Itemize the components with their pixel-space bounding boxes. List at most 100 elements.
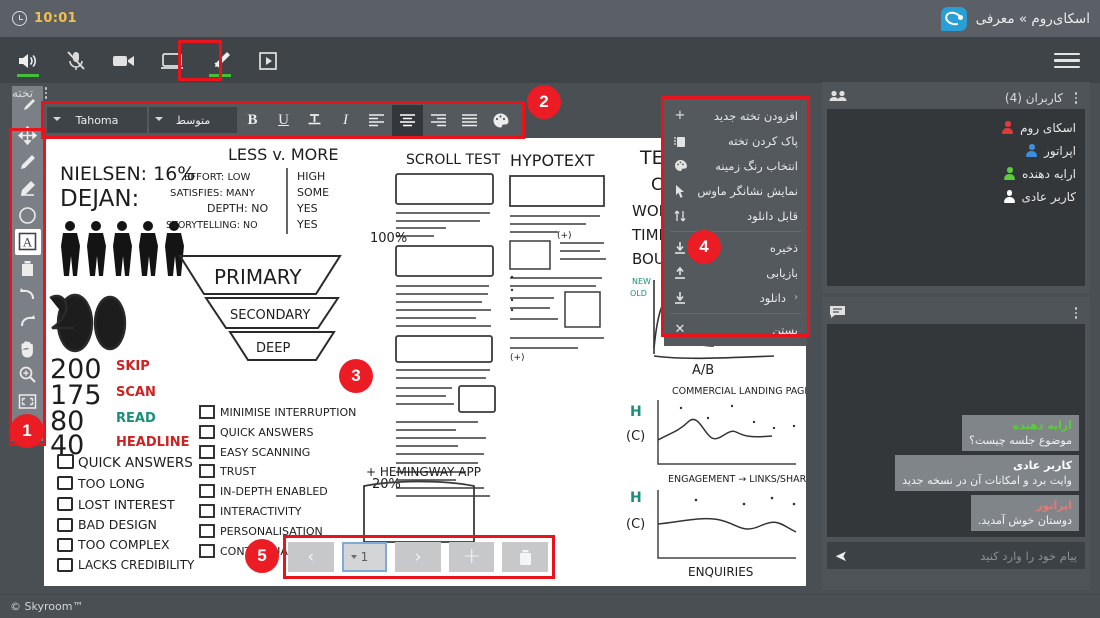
svg-text:LOST INTEREST: LOST INTEREST bbox=[78, 497, 175, 512]
svg-text:QUICK ANSWERS: QUICK ANSWERS bbox=[220, 426, 314, 439]
chat-input-row[interactable]: پیام خود را وارد کنید ➤ bbox=[827, 542, 1085, 569]
user-icon bbox=[1002, 121, 1014, 134]
menu-separator bbox=[670, 231, 801, 232]
hamburger-icon[interactable] bbox=[1054, 49, 1080, 73]
camera-icon[interactable] bbox=[104, 42, 144, 80]
redo-icon[interactable] bbox=[15, 308, 41, 335]
svg-text:TOO COMPLEX: TOO COMPLEX bbox=[77, 537, 170, 552]
svg-text:A/B: A/B bbox=[692, 363, 714, 378]
delete-page-button[interactable] bbox=[502, 542, 549, 572]
text-icon[interactable]: A bbox=[14, 228, 41, 256]
user-row[interactable]: اسکای روم bbox=[836, 116, 1076, 139]
menu-item-background-color[interactable]: انتخاب رنگ زمینه bbox=[664, 153, 807, 178]
bold-button[interactable]: B bbox=[237, 105, 268, 136]
message-author: کاربر عادی bbox=[1012, 459, 1072, 472]
chat-input-placeholder[interactable]: پیام خود را وارد کنید bbox=[848, 549, 1077, 563]
svg-text:QUICK ANSWERS: QUICK ANSWERS bbox=[78, 455, 193, 471]
callout-badge-1: 1 bbox=[10, 414, 44, 448]
align-center-button[interactable] bbox=[392, 104, 423, 136]
menu-item-clear-board[interactable]: پاک کردن تخته bbox=[664, 128, 807, 153]
hemingway-note: + HEMINGWAY APP bbox=[363, 465, 481, 543]
menu-item-downloadable[interactable]: قابل دانلود bbox=[664, 203, 807, 228]
pencil-icon[interactable] bbox=[15, 149, 41, 176]
ellipse-icon[interactable] bbox=[15, 202, 41, 229]
screen-icon[interactable] bbox=[152, 42, 192, 80]
fit-icon[interactable] bbox=[15, 388, 41, 415]
menu-item-show-cursor[interactable]: نمایش نشانگر ماوس bbox=[664, 178, 807, 203]
menu-item-close[interactable]: بستن ✕ bbox=[664, 317, 807, 342]
mic-muted-icon[interactable] bbox=[56, 42, 96, 80]
user-row[interactable]: اپراتور bbox=[836, 139, 1076, 162]
move-icon[interactable] bbox=[15, 122, 41, 149]
checklist-right: MINIMISE INTERRUPTION QUICK ANSWERS EASY … bbox=[199, 405, 356, 558]
page-controls: ‹ 1 › + bbox=[288, 540, 549, 574]
board-menu: افزودن تخته جدید + پاک کردن تخته انتخاب … bbox=[664, 99, 807, 346]
next-page-button[interactable]: › bbox=[395, 542, 441, 572]
menu-label: قابل دانلود bbox=[747, 208, 798, 223]
color-palette-button[interactable] bbox=[485, 105, 516, 136]
user-row[interactable]: کاربر عادی bbox=[836, 185, 1076, 208]
menu-label: پاک کردن تخته bbox=[728, 133, 798, 148]
svg-text:SECONDARY: SECONDARY bbox=[230, 308, 310, 323]
user-name: اپراتور bbox=[1044, 143, 1076, 158]
undo-icon[interactable] bbox=[15, 282, 41, 309]
page-value: 1 bbox=[360, 550, 369, 564]
whiteboard-icon[interactable] bbox=[200, 42, 240, 80]
users-icon bbox=[829, 90, 847, 106]
erase-icon bbox=[673, 134, 687, 148]
menu-label: بستن bbox=[772, 322, 798, 337]
copyright: © Skyroom™ bbox=[10, 600, 84, 613]
menu-item-download[interactable]: ‹ دانلود bbox=[664, 285, 807, 310]
svg-text:H: H bbox=[630, 490, 642, 506]
font-family-select[interactable]: Tahoma bbox=[47, 107, 147, 133]
menu-item-restore[interactable]: بازیابی bbox=[664, 260, 807, 285]
svg-text:(+): (+) bbox=[510, 353, 525, 363]
align-left-button[interactable] bbox=[361, 105, 392, 136]
italic-button[interactable]: I bbox=[330, 105, 361, 136]
svg-text:IN-DEPTH ENABLED: IN-DEPTH ENABLED bbox=[220, 485, 328, 498]
align-right-button[interactable] bbox=[423, 105, 454, 136]
clock-time: 10:01 bbox=[34, 11, 77, 26]
trash-icon[interactable] bbox=[15, 255, 41, 282]
menu-label: دانلود bbox=[759, 290, 786, 305]
user-row[interactable]: ارایه دهنده bbox=[836, 162, 1076, 185]
page-select[interactable]: 1 bbox=[341, 542, 388, 572]
svg-text:EASY SCANNING: EASY SCANNING bbox=[220, 446, 310, 459]
prev-page-button[interactable]: ‹ bbox=[288, 542, 334, 572]
font-size-select[interactable]: متوسط bbox=[149, 107, 237, 133]
media-icon[interactable] bbox=[248, 42, 288, 80]
menu-item-add-board[interactable]: افزودن تخته جدید + bbox=[664, 103, 807, 128]
marker-icon[interactable] bbox=[15, 176, 41, 203]
download-icon bbox=[673, 291, 687, 305]
add-page-button[interactable]: + bbox=[448, 542, 495, 572]
underline-button[interactable]: U bbox=[268, 105, 299, 136]
speaker-active-bar bbox=[17, 73, 39, 77]
palette-icon bbox=[673, 159, 687, 172]
send-icon[interactable]: ➤ bbox=[835, 547, 848, 565]
zoom-icon[interactable] bbox=[15, 361, 41, 388]
cursor-icon bbox=[673, 184, 687, 198]
speaker-icon[interactable] bbox=[8, 42, 48, 80]
strikethrough-button[interactable] bbox=[299, 105, 330, 136]
svg-text:HYPOTEXT: HYPOTEXT bbox=[510, 151, 595, 170]
chevron-left-icon: ‹ bbox=[307, 546, 315, 567]
updown-icon bbox=[673, 209, 687, 223]
menu-separator bbox=[670, 313, 801, 314]
board-text-scan: SCAN bbox=[116, 385, 156, 400]
menu-item-save[interactable]: ذخیره bbox=[664, 235, 807, 260]
callout-badge-5: 5 bbox=[245, 539, 279, 573]
align-justify-button[interactable] bbox=[454, 105, 485, 136]
format-toolbar: Tahoma متوسط B U I bbox=[44, 104, 522, 136]
users-menu-icon[interactable] bbox=[1069, 92, 1083, 104]
chat-menu-icon[interactable] bbox=[1069, 307, 1083, 319]
whiteboard-menu-icon[interactable] bbox=[39, 87, 53, 99]
left-tool-strip: A bbox=[12, 86, 43, 441]
svg-text:LACKS CREDIBILITY: LACKS CREDIBILITY bbox=[78, 558, 195, 572]
svg-text:ENGAGEMENT → LINKS/SHARES: ENGAGEMENT → LINKS/SHARES bbox=[668, 474, 806, 485]
plus-icon: + bbox=[462, 544, 481, 569]
commercial-landing-page-chart: COMMERCIAL LANDING PAGE H (C) ENGAGEMENT… bbox=[626, 386, 806, 485]
chat-panel: ارایه دهنده موضوع جلسه چیست؟ کاربر عادی … bbox=[822, 297, 1090, 590]
font-size-value: متوسط bbox=[175, 113, 211, 127]
chevron-down-icon bbox=[53, 117, 61, 121]
hand-icon[interactable] bbox=[15, 335, 41, 362]
